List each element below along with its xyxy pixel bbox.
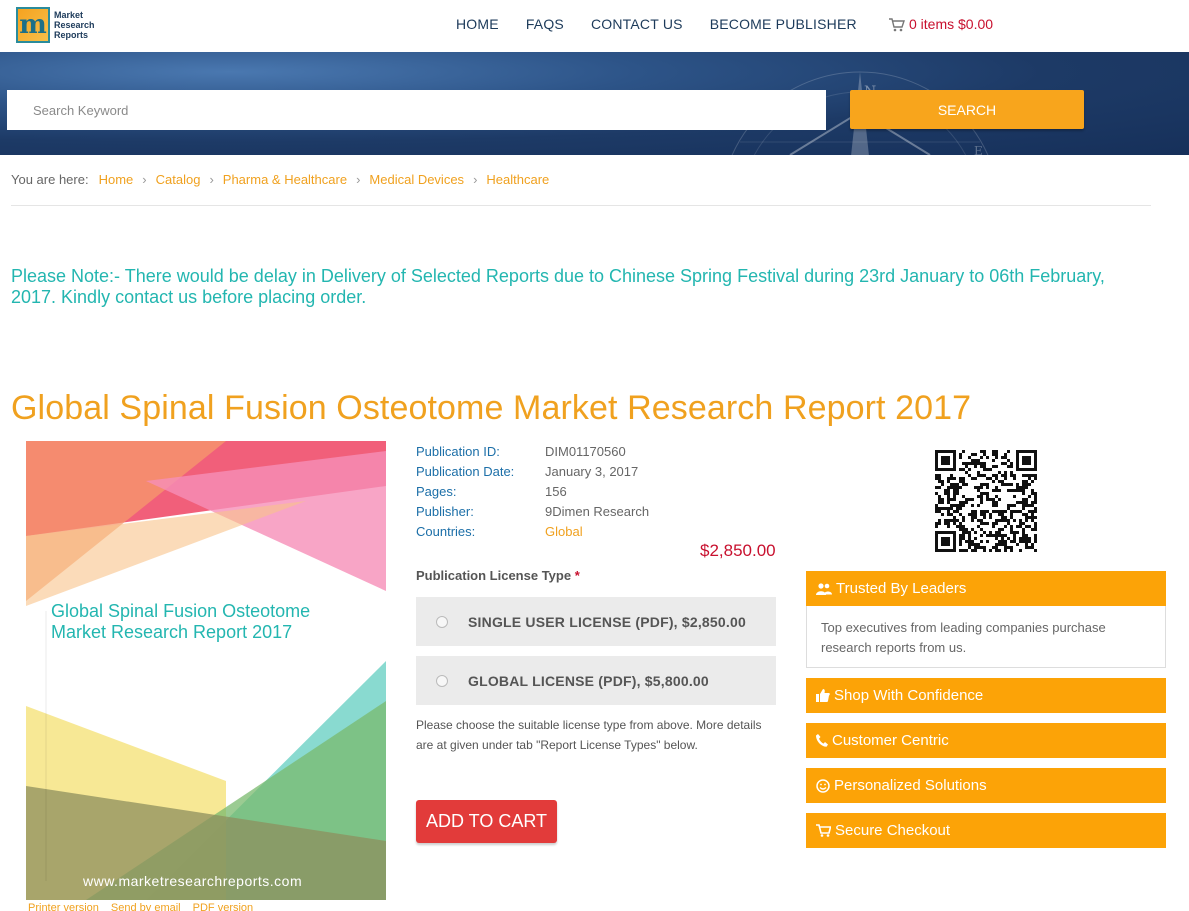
breadcrumb-separator: › [473,172,478,187]
meta-row-id: Publication ID: DIM01170560 [416,442,649,462]
license-option-global[interactable]: GLOBAL LICENSE (PDF), $5,800.00 [416,656,776,705]
main-nav: HOME FAQS CONTACT US BECOME PUBLISHER [456,16,884,32]
license-note: Please choose the suitable license type … [416,718,762,752]
page-title: Global Spinal Fusion Osteotome Market Re… [11,389,972,427]
thumbs-up-icon [816,689,830,702]
page-count: 156 [545,484,567,499]
cover-title: Global Spinal Fusion Osteotome Market Re… [51,601,311,642]
send-by-email-link[interactable]: Send by email [111,902,181,911]
nav-become-publisher[interactable]: BECOME PUBLISHER [710,16,857,32]
breadcrumb-prefix: You are here: [11,172,89,187]
nav-home[interactable]: HOME [456,16,499,32]
breadcrumb-divider [11,205,1151,206]
cart-summary[interactable]: 0 items $0.00 [888,16,993,32]
meta-label: Publisher: [416,504,474,519]
meta-label: Countries: [416,524,476,539]
site-logo[interactable]: m Market Research Reports [16,5,106,45]
trusted-by-leaders-body: Top executives from leading companies pu… [806,606,1166,668]
phone-icon [816,734,828,747]
meta-row-countries: Countries: Global [416,522,649,542]
nav-contact-us[interactable]: CONTACT US [591,16,683,32]
search-banner: N E SEARCH [0,52,1189,155]
breadcrumb-separator: › [356,172,361,187]
cart-icon [889,17,905,31]
delivery-notice: Please Note:- There would be delay in De… [11,266,1105,307]
nav-faqs[interactable]: FAQS [526,16,564,32]
cover-artwork [26,441,386,900]
required-marker: * [574,568,580,583]
shop-with-confidence[interactable]: Shop With Confidence [806,678,1166,713]
license-type-label: Publication License Type * [416,568,580,583]
license-option-label: GLOBAL LICENSE (PDF), $5,800.00 [468,672,709,689]
site-header: m Market Research Reports HOME FAQS CONT… [0,0,1189,52]
meta-row-publisher: Publisher: 9Dimen Research [416,502,649,522]
publisher-name: 9Dimen Research [545,504,650,519]
pdf-version-link[interactable]: PDF version [193,902,254,911]
meta-label: Publication Date: [416,464,515,479]
cart-icon [816,824,831,837]
search-input[interactable] [7,90,826,130]
printer-version-link[interactable]: Printer version [28,902,99,911]
trusted-by-leaders-header: Trusted By Leaders [806,571,1166,606]
personalized-solutions[interactable]: Personalized Solutions [806,768,1166,803]
smile-icon [816,778,830,793]
breadcrumb: You are here: Home › Catalog › Pharma & … [11,172,549,187]
breadcrumb-separator: › [142,172,147,187]
customer-centric[interactable]: Customer Centric [806,723,1166,758]
users-icon [816,582,832,595]
breadcrumb-separator: › [209,172,214,187]
shop-with-confidence-label: Shop With Confidence [834,687,984,704]
breadcrumb-medical-devices[interactable]: Medical Devices [369,172,464,187]
meta-row-date: Publication Date: January 3, 2017 [416,462,649,482]
search-button[interactable]: SEARCH [850,90,1084,129]
license-radio-global[interactable] [436,674,448,687]
logo-mark: m [16,7,50,43]
logo-text: Market Research Reports [54,10,95,40]
countries-link[interactable]: Global [545,522,583,542]
license-radio-single[interactable] [436,615,448,628]
meta-label: Publication ID: [416,444,500,459]
breadcrumb-healthcare[interactable]: Healthcare [486,172,549,187]
license-option-label: SINGLE USER LICENSE (PDF), $2,850.00 [468,613,746,630]
meta-row-pages: Pages: 156 [416,482,649,502]
personalized-solutions-label: Personalized Solutions [834,777,987,794]
logo-line-1: Market [54,10,84,20]
breadcrumb-home[interactable]: Home [99,172,134,187]
cart-label: 0 items $0.00 [909,16,994,32]
secure-checkout[interactable]: Secure Checkout [806,813,1166,848]
breadcrumb-pharma-healthcare[interactable]: Pharma & Healthcare [223,172,347,187]
svg-text:E: E [974,144,983,155]
secure-checkout-label: Secure Checkout [835,822,951,839]
logo-line-3: Reports [54,30,89,40]
license-option-single[interactable]: SINGLE USER LICENSE (PDF), $2,850.00 [416,597,776,646]
publication-meta: Publication ID: DIM01170560 Publication … [416,442,649,542]
cover-site-url: www.marketresearchreports.com [83,873,303,889]
report-price: $2,850.00 [700,541,776,560]
logo-line-2: Research [54,20,95,30]
publication-id: DIM01170560 [545,444,626,459]
report-cover-image[interactable]: Global Spinal Fusion Osteotome Market Re… [26,441,386,900]
breadcrumb-catalog[interactable]: Catalog [156,172,201,187]
report-action-links: Printer version Send by email PDF versio… [28,902,265,911]
trusted-title: Trusted By Leaders [836,580,967,597]
license-type-text: Publication License Type [416,568,572,583]
add-to-cart-button[interactable]: ADD TO CART [416,800,557,843]
meta-label: Pages: [416,484,457,499]
publication-date: January 3, 2017 [545,464,639,479]
customer-centric-label: Customer Centric [832,732,949,749]
qr-code [935,450,1037,552]
